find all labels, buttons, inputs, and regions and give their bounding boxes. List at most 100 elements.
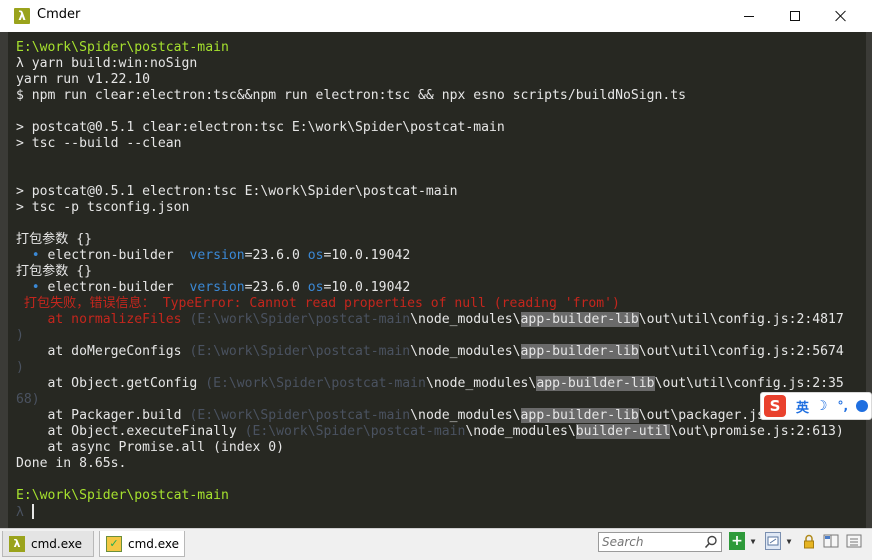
console-line: λ yarn build:win:noSign — [16, 56, 197, 72]
console-line: 打包失败，错误信息： TypeError: Cannot read proper… — [16, 296, 620, 312]
search-field[interactable] — [598, 532, 722, 552]
console-text: > tsc --build --clean — [16, 136, 182, 151]
tab-label: cmd.exe — [128, 536, 180, 551]
tab-cmd-1[interactable]: λ cmd.exe — [2, 531, 94, 557]
console-line: > tsc --build --clean — [16, 136, 182, 152]
console-text: \node_modules\ — [410, 408, 521, 423]
cmd-icon: ✓ — [106, 535, 122, 552]
tab-label: cmd.exe — [31, 536, 83, 551]
console-text: at Object.getConfig — [16, 376, 206, 391]
terminal-output[interactable]: E:\work\Spider\postcat-main λ yarn build:… — [0, 32, 872, 528]
ime-more-icon[interactable] — [856, 400, 869, 412]
console-text: > postcat@0.5.1 clear:electron:tsc E:\wo… — [16, 120, 505, 135]
console-text: at normalizeFiles — [16, 312, 190, 327]
console-text: 打包参数 {} — [16, 264, 93, 279]
highlighted-text: app-builder-lib — [520, 344, 639, 359]
console-line: 68) — [16, 392, 40, 408]
console-text: ) — [16, 328, 24, 343]
minimize-button[interactable] — [726, 0, 772, 32]
console-line: $ npm run clear:electron:tsc&&npm run el… — [16, 88, 686, 104]
console-text: =23.6.0 — [244, 280, 308, 295]
highlighted-text: app-builder-lib — [520, 408, 639, 423]
highlighted-text: app-builder-lib — [536, 376, 655, 391]
console-line: ) — [16, 360, 24, 376]
console-text: E:\work\Spider\postcat-main — [16, 40, 229, 55]
split-pane-icon[interactable] — [823, 532, 839, 550]
maximize-icon — [790, 11, 800, 21]
console-text: λ yarn build:win:noSign — [16, 56, 198, 71]
view-icon[interactable] — [765, 532, 781, 550]
console-line: at Object.executeFinally (E:\work\Spider… — [16, 424, 844, 440]
console-text: at Packager.build — [16, 408, 190, 423]
console-line: 打包参数 {} — [16, 264, 92, 280]
console-text: os — [307, 248, 324, 263]
window-title: Cmder — [37, 7, 81, 22]
console-text: ) — [16, 360, 24, 375]
console-line: • electron-builder version=23.6.0 os=10.… — [16, 248, 410, 264]
console-text: Done in 8.65s. — [16, 456, 127, 471]
lambda-icon: λ — [9, 535, 25, 552]
view-dropdown-icon[interactable]: ▼ — [784, 532, 794, 550]
console-text: (E:\work\Spider\postcat-main — [189, 408, 411, 423]
console-line: > postcat@0.5.1 electron:tsc E:\work\Spi… — [16, 184, 457, 200]
console-text: $ npm run clear:electron:tsc&&npm run el… — [16, 88, 687, 103]
console-text: \node_modules\ — [410, 344, 521, 359]
new-console-dropdown-icon[interactable]: ▼ — [748, 532, 758, 550]
console-text: • — [31, 248, 40, 263]
close-button[interactable] — [818, 0, 864, 32]
console-text: os — [307, 280, 324, 295]
console-line: E:\work\Spider\postcat-main — [16, 40, 229, 56]
console-text: 打包参数 {} — [16, 232, 93, 247]
console-line: > tsc -p tsconfig.json — [16, 200, 189, 216]
console-text: > tsc -p tsconfig.json — [16, 200, 190, 215]
console-line: at doMergeConfigs (E:\work\Spider\postca… — [16, 344, 844, 360]
cmder-lambda-icon: λ — [14, 8, 30, 24]
console-text: =10.0.19042 — [323, 248, 411, 263]
sogou-logo-icon[interactable]: S — [764, 395, 786, 417]
ime-punctuation-toggle[interactable]: °, — [837, 399, 848, 413]
console-line: • electron-builder version=23.6.0 os=10.… — [16, 280, 410, 296]
console-text: (E:\work\Spider\postcat-main — [189, 344, 411, 359]
highlighted-text: app-builder-lib — [520, 312, 639, 327]
console-line: at Packager.build (E:\work\Spider\postca… — [16, 408, 789, 424]
ime-moon-icon[interactable]: ☽ — [819, 398, 827, 414]
console-text: electron-builder — [39, 248, 190, 263]
settings-menu-icon[interactable] — [846, 532, 862, 550]
ime-toolbar[interactable]: S 英 ☽ °, — [760, 392, 872, 420]
console-text: E:\work\Spider\postcat-main — [16, 488, 229, 503]
highlighted-text: builder-util — [575, 424, 671, 439]
maximize-button[interactable] — [772, 0, 818, 32]
console-text: \out\util\config.js:2:5674 — [638, 344, 844, 359]
console-text: electron-builder — [39, 280, 190, 295]
console-text: at doMergeConfigs — [16, 344, 190, 359]
console-line: yarn run v1.22.10 — [16, 72, 150, 88]
console-text: \out\promise.js:2:613) — [670, 424, 844, 439]
console-line: at async Promise.all (index 0) — [16, 440, 285, 456]
new-console-button[interactable]: + — [729, 532, 745, 550]
console-line: > postcat@0.5.1 clear:electron:tsc E:\wo… — [16, 120, 505, 136]
console-text: =10.0.19042 — [323, 280, 411, 295]
console-text: 68) — [16, 392, 40, 407]
console-line: E:\work\Spider\postcat-main — [16, 488, 229, 504]
title-bar: λ Cmder — [0, 0, 872, 32]
console-text: (E:\work\Spider\postcat-main — [205, 376, 426, 391]
console-text: \node_modules\ — [425, 376, 537, 391]
ime-language-toggle[interactable]: 英 — [796, 397, 809, 416]
search-icon[interactable] — [704, 535, 718, 549]
console-line: λ — [16, 504, 34, 520]
console-text: at Object.executeFinally — [16, 424, 245, 439]
lock-icon[interactable] — [802, 532, 816, 550]
console-text: at async Promise.all (index 0) — [16, 440, 285, 455]
console-line: Done in 8.65s. — [16, 456, 126, 472]
search-input[interactable] — [602, 534, 702, 550]
console-line: at Object.getConfig (E:\work\Spider\post… — [16, 376, 844, 392]
tab-cmd-2[interactable]: ✓ cmd.exe — [99, 531, 185, 557]
minimize-icon — [744, 15, 754, 17]
console-text: \node_modules\ — [465, 424, 576, 439]
console-line: at normalizeFiles (E:\work\Spider\postca… — [16, 312, 844, 328]
console-line: 打包参数 {} — [16, 232, 92, 248]
tab-bar: λ cmd.exe ✓ cmd.exe + ▼ ▼ — [0, 528, 872, 560]
console-text: 打包失败，错误信息： TypeError: Cannot read proper… — [16, 296, 620, 311]
